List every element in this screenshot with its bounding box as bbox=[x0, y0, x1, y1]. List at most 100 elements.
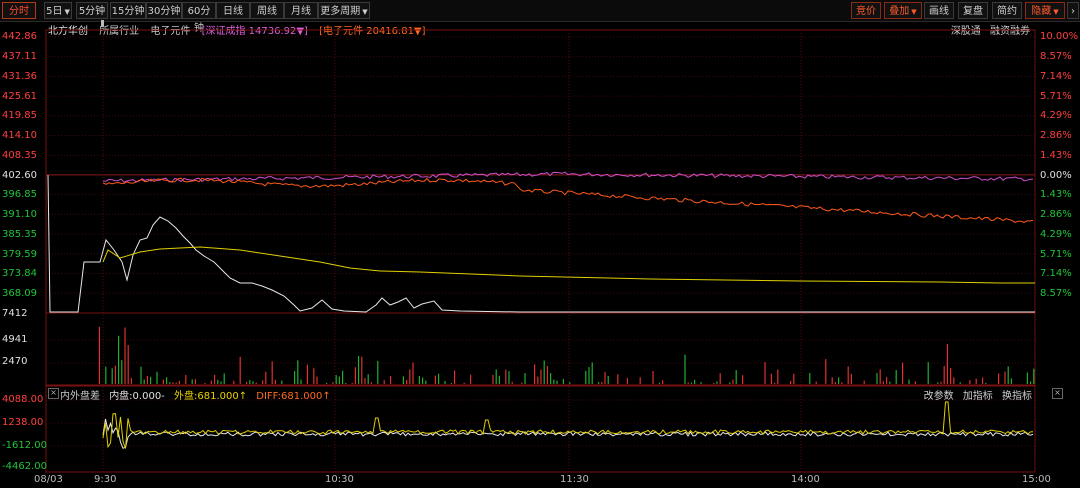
volume-bar bbox=[297, 360, 299, 384]
volume-bar bbox=[1033, 368, 1035, 384]
price-tick: 408.35 bbox=[2, 150, 37, 161]
tab-daily[interactable]: 日线 bbox=[216, 2, 250, 19]
volume-bar bbox=[690, 382, 692, 384]
volume-bar bbox=[249, 380, 251, 384]
industry-name[interactable]: 电子元件 bbox=[150, 26, 190, 37]
draw-line-button[interactable]: 画线 bbox=[924, 2, 954, 19]
tab-60min[interactable]: 60分钟 bbox=[182, 2, 216, 34]
subpanel-header: 内外盘差 内盘:0.000- 外盘:681.000↑ DIFF:681.000↑ bbox=[60, 387, 337, 402]
overlay-index-szse[interactable]: [深证成指 14736.92▼] bbox=[202, 26, 308, 37]
volume-bar bbox=[652, 371, 654, 384]
volume-bar bbox=[793, 373, 795, 384]
overlay-index-electronic[interactable]: [电子元件 20416.81▼] bbox=[319, 26, 425, 37]
volume-bar bbox=[546, 365, 548, 384]
edit-params-button[interactable]: 改参数 bbox=[924, 391, 954, 402]
tab-more-periods-label: 更多周期 bbox=[320, 6, 361, 17]
tab-more-periods[interactable]: 更多周期 ▼ bbox=[318, 2, 370, 19]
tab-intraday[interactable]: 分时 bbox=[2, 2, 36, 19]
price-tick: 414.10 bbox=[2, 130, 37, 141]
volume-bar bbox=[914, 381, 916, 384]
add-indicator-button[interactable]: 加指标 bbox=[963, 391, 993, 402]
close-icon[interactable]: × bbox=[48, 388, 59, 399]
volume-bar bbox=[850, 373, 852, 384]
collapse-arrow-icon[interactable]: › bbox=[1067, 2, 1079, 19]
volume-bar bbox=[863, 380, 865, 384]
volume-bar bbox=[246, 381, 248, 384]
right-links: 深股通 融资融券 bbox=[945, 22, 1030, 37]
volume-bar bbox=[553, 379, 555, 384]
pct-tick: 10.00% bbox=[1040, 31, 1079, 42]
pct-tick: 7.14% bbox=[1040, 71, 1072, 82]
volume-bar bbox=[537, 376, 539, 384]
tab-15min[interactable]: 15分钟 bbox=[110, 2, 146, 19]
chevron-down-icon: ▼ bbox=[911, 8, 917, 16]
simple-mode-button[interactable]: 简约 bbox=[992, 2, 1022, 19]
price-tick: 368.09 bbox=[2, 288, 37, 299]
volume-bar bbox=[338, 376, 340, 384]
volume-bar bbox=[742, 375, 744, 384]
volume-bar bbox=[146, 375, 148, 384]
pct-tick: 2.86% bbox=[1040, 209, 1072, 220]
call-auction-button[interactable]: 竞价 bbox=[851, 2, 881, 19]
volume-bar bbox=[543, 360, 545, 384]
volume-tick: 2470 bbox=[2, 356, 28, 367]
sub-tick: -4462.00 bbox=[2, 461, 47, 472]
pct-tick: 4.29% bbox=[1040, 229, 1072, 240]
volume-bar bbox=[425, 380, 427, 384]
volume-bar bbox=[306, 364, 308, 384]
volume-bar bbox=[713, 383, 715, 384]
volume-bar bbox=[294, 371, 296, 384]
hide-button[interactable]: 隐藏 ▼ bbox=[1025, 2, 1065, 19]
tab-weekly[interactable]: 周线 bbox=[250, 2, 284, 19]
volume-bar bbox=[588, 367, 590, 384]
volume-bar bbox=[562, 379, 564, 384]
volume-bar bbox=[143, 379, 145, 384]
volume-bar bbox=[687, 382, 689, 384]
volume-bar bbox=[223, 373, 225, 384]
tab-5day[interactable]: 5日 ▼ bbox=[44, 2, 72, 19]
sub-tick: 4088.00 bbox=[2, 394, 44, 405]
sub-tick: -1612.00 bbox=[2, 440, 47, 451]
volume-bar bbox=[402, 376, 404, 384]
outer-volume: 外盘:681.000↑ bbox=[173, 391, 248, 402]
price-tick: 379.59 bbox=[2, 249, 37, 260]
volume-bar bbox=[882, 381, 884, 384]
margin-trading-link[interactable]: 融资融券 bbox=[990, 26, 1030, 37]
volume-bar bbox=[118, 335, 120, 384]
replay-button[interactable]: 复盘 bbox=[958, 2, 988, 19]
industry-label: 所属行业 bbox=[99, 26, 140, 37]
volume-bar bbox=[281, 380, 283, 384]
subpanel-title[interactable]: 内外盘差 bbox=[60, 391, 100, 402]
tab-30min[interactable]: 30分钟 bbox=[146, 2, 182, 19]
overlay-button[interactable]: 叠加 ▼ bbox=[884, 2, 922, 19]
volume-bar bbox=[444, 381, 446, 384]
volume-bar bbox=[946, 344, 948, 384]
volume-bar bbox=[585, 370, 587, 384]
volume-bar bbox=[508, 371, 510, 384]
volume-bar bbox=[505, 369, 507, 384]
volume-bar bbox=[121, 360, 123, 384]
volume-bar bbox=[406, 380, 408, 384]
tab-5min[interactable]: 5分钟 bbox=[76, 2, 108, 19]
volume-bar bbox=[735, 370, 737, 384]
change-indicator-button[interactable]: 换指标 bbox=[1002, 391, 1032, 402]
volume-bar bbox=[1007, 366, 1009, 384]
sz-connect-link[interactable]: 深股通 bbox=[951, 26, 981, 37]
volume-bar bbox=[838, 377, 840, 384]
volume-bar bbox=[166, 377, 168, 384]
volume-bar bbox=[204, 382, 206, 384]
volume-bar bbox=[1010, 378, 1012, 384]
volume-bar bbox=[953, 377, 955, 384]
volume-bar bbox=[255, 382, 257, 384]
crosshair-handle[interactable] bbox=[101, 20, 104, 27]
tab-monthly[interactable]: 月线 bbox=[284, 2, 318, 19]
index-szse-line bbox=[102, 171, 1034, 183]
volume-bar bbox=[902, 362, 904, 384]
volume-bar bbox=[150, 376, 152, 384]
volume-bar bbox=[463, 382, 465, 384]
volume-panel-frame bbox=[45, 312, 1036, 386]
volume-bar bbox=[719, 373, 721, 384]
volume-bar bbox=[511, 381, 513, 384]
overlay-button-label: 叠加 bbox=[889, 6, 910, 17]
close-icon[interactable]: × bbox=[1052, 388, 1063, 399]
